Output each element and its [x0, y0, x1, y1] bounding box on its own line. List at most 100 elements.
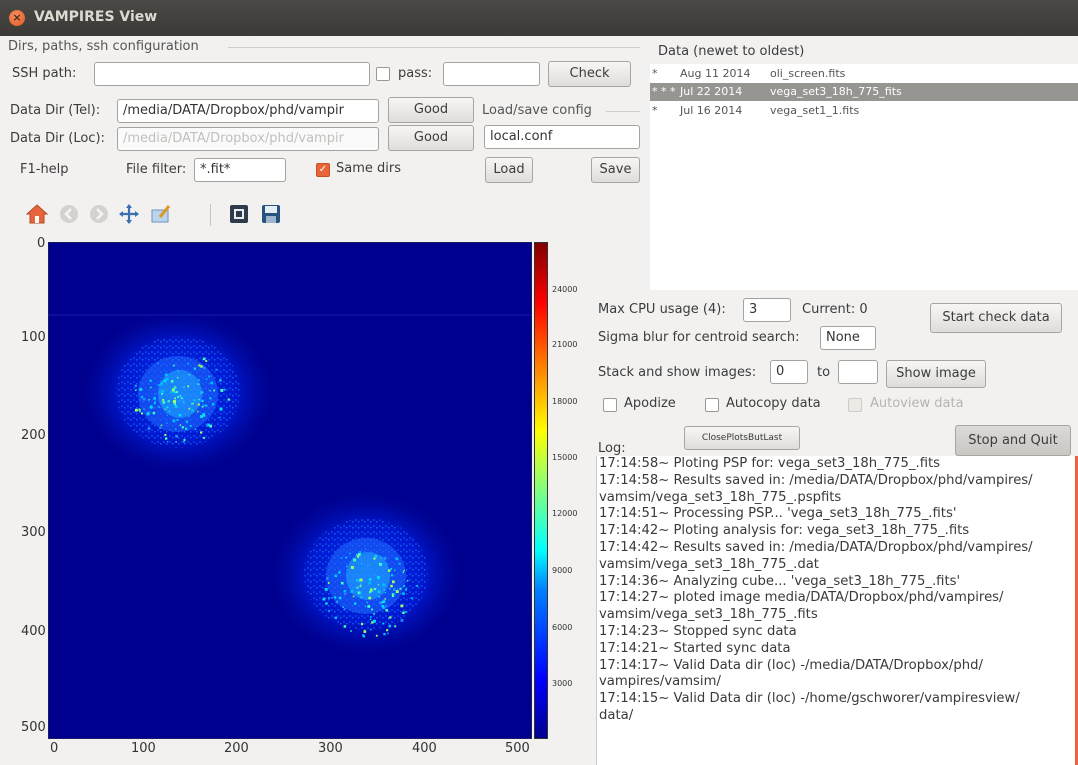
speckle-dot [343, 625, 347, 628]
speckle-dot [383, 557, 387, 560]
log-line: 17:14:51~ Processing PSP... 'vega_set3_1… [599, 506, 957, 522]
speckle-dot [357, 553, 361, 556]
save-config-button[interactable]: Save [591, 157, 640, 183]
speckle-dot [373, 573, 377, 576]
speckle-dot [167, 441, 169, 443]
close-plots-button[interactable]: ClosePlotsButLast [684, 426, 800, 450]
tel-dir-input[interactable]: /media/DATA/Dropbox/phd/vampir [117, 99, 379, 123]
speckle-dot [405, 611, 407, 613]
speckle-dot [402, 571, 404, 573]
colorbar-tick: 21000 [552, 340, 578, 349]
stop-and-quit-button[interactable]: Stop and Quit [955, 425, 1071, 456]
speckle-dot [202, 357, 206, 361]
data-row-date: Jul 22 2014 [680, 85, 743, 98]
stack-to-input[interactable] [838, 360, 878, 384]
forward-icon[interactable] [88, 203, 110, 225]
x-tick: 200 [224, 741, 249, 756]
data-row[interactable]: * Jul 16 2014 vega_set1_1.fits [650, 102, 1078, 120]
speckle-dot [161, 390, 165, 393]
help-label: F1-help [20, 162, 69, 177]
loc-dir-status-button[interactable]: Good [388, 125, 474, 151]
speckle-dot [134, 384, 137, 387]
speckle-dot [191, 403, 193, 405]
speckle-dot [359, 551, 362, 553]
speckle-dot [176, 419, 179, 421]
config-file-input[interactable]: local.conf [484, 125, 640, 149]
speckle-dot [175, 441, 177, 443]
speckle-dot [202, 404, 205, 406]
pan-icon[interactable] [118, 203, 140, 225]
tel-dir-status-button[interactable]: Good [388, 97, 474, 123]
log-line: data/ [599, 707, 634, 723]
apodize-checkbox[interactable] [603, 398, 617, 412]
speckle-dot [373, 587, 377, 591]
sigma-input[interactable]: None [820, 326, 876, 350]
data-list[interactable]: * Aug 11 2014 oli_screen.fits * * * Jul … [650, 64, 1078, 290]
back-icon[interactable] [58, 203, 80, 225]
speckle-dot [160, 380, 163, 383]
file-filter-input[interactable]: *.fit* [194, 158, 286, 182]
same-dirs-checkbox[interactable]: ✓ [316, 163, 330, 177]
y-tick: 300 [21, 525, 46, 540]
speckle-dot [174, 397, 176, 400]
autoview-checkbox[interactable] [848, 398, 862, 412]
loc-dir-input[interactable]: /media/DATA/Dropbox/phd/vampir [117, 127, 379, 151]
show-image-button[interactable]: Show image [886, 360, 986, 388]
speckle-dot [197, 403, 200, 406]
log-textarea[interactable]: 17:14:58~ Ploting PSP for: vega_set3_18h… [596, 456, 1078, 765]
data-row[interactable]: * Aug 11 2014 oli_screen.fits [650, 65, 1078, 83]
speckle-dot [360, 623, 364, 626]
speckle-dot [363, 630, 367, 633]
speckle-dot [359, 578, 363, 582]
speckle-dot [328, 597, 331, 600]
save-icon[interactable] [260, 203, 282, 225]
speckle-dot [353, 558, 356, 562]
speckle-dot [219, 379, 222, 382]
speckle-dot [219, 407, 223, 411]
speckle-dot [152, 411, 156, 415]
speckle-dot [391, 574, 393, 577]
cpu-input[interactable]: 3 [743, 298, 791, 322]
pass-input[interactable] [443, 62, 540, 86]
speckle-dot [168, 410, 171, 413]
speckle-dot [381, 604, 384, 608]
speckle-dot [183, 386, 185, 388]
apodize-label: Apodize [624, 396, 676, 411]
pass-checkbox[interactable] [376, 67, 390, 81]
speckle-dot [351, 566, 354, 569]
speckle-dot [387, 632, 389, 635]
speckle-dot [343, 593, 346, 596]
speckle-dot [380, 556, 382, 558]
check-button[interactable]: Check [548, 61, 631, 87]
load-button[interactable]: Load [485, 157, 533, 183]
speckle-dot [211, 402, 215, 406]
speckle-dot [400, 604, 404, 608]
speckle-dot [183, 439, 186, 441]
speckle-dot [209, 397, 212, 400]
speckle-dot [178, 413, 182, 417]
speckle-dot [166, 414, 168, 417]
zoom-icon[interactable] [228, 203, 250, 225]
home-icon[interactable] [26, 203, 48, 225]
speckle-dot [322, 597, 326, 601]
speckle-dot [328, 609, 330, 612]
speckle-dot [180, 397, 183, 399]
x-tick: 500 [505, 741, 530, 756]
start-check-data-button[interactable]: Start check data [930, 303, 1062, 333]
data-row-selected[interactable]: * * * Jul 22 2014 vega_set3_18h_775_fits [650, 83, 1078, 101]
sigma-label: Sigma blur for centroid search: [598, 330, 800, 345]
image-plot[interactable] [48, 242, 532, 739]
ssh-path-input[interactable] [94, 62, 370, 86]
autocopy-checkbox[interactable] [705, 398, 719, 412]
speckle-dot [164, 433, 167, 436]
speckle-dot [395, 557, 399, 561]
stack-from-input[interactable]: 0 [770, 360, 808, 384]
pass-label: pass: [398, 66, 433, 81]
configure-subplots-icon[interactable] [150, 203, 172, 225]
speckle-dot [170, 380, 174, 383]
speckle-dot [325, 602, 328, 605]
close-icon[interactable]: × [9, 10, 25, 26]
speckle-dot [158, 384, 161, 386]
config-group-label: Dirs, paths, ssh configuration [8, 39, 199, 54]
speckle-dot [176, 391, 179, 394]
